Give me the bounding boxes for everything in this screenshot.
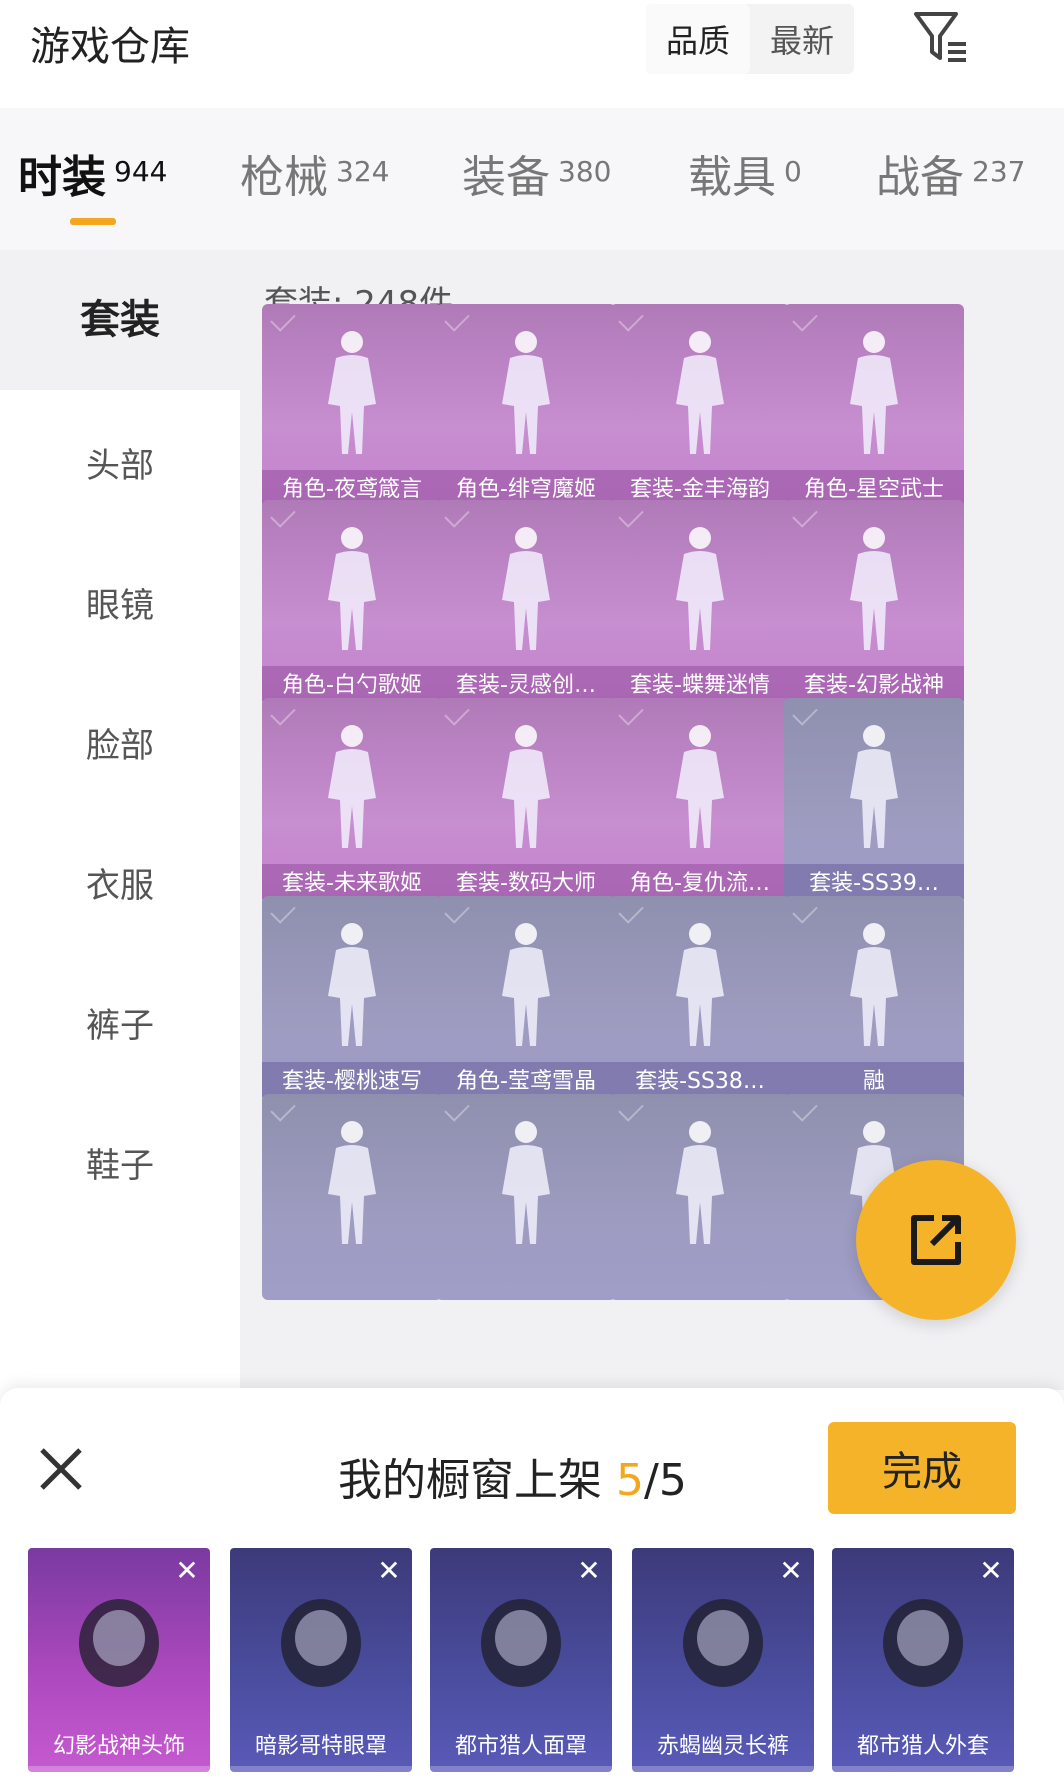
outfit-card[interactable]: 套装-幻影战神: [784, 500, 964, 706]
sort-toggle: 品质 最新: [646, 4, 854, 74]
outfit-card[interactable]: 套装-SS38…: [610, 896, 790, 1102]
tab-label: 装备: [462, 152, 550, 203]
filter-icon[interactable]: [910, 8, 972, 66]
outfit-card[interactable]: 套装-樱桃速写: [262, 896, 442, 1102]
tab-count: 380: [558, 155, 612, 188]
outfit-card[interactable]: 套装-数码大师: [436, 698, 616, 904]
slot-divider: [832, 1766, 1014, 1772]
tab-vehicles[interactable]: 载具 0: [688, 152, 802, 204]
showcase-slot[interactable]: ✕ 都市猎人面罩: [430, 1548, 612, 1772]
slot-divider: [230, 1766, 412, 1772]
sort-newest-button[interactable]: 最新: [750, 4, 854, 74]
outfit-card[interactable]: 套装-SS39…: [784, 698, 964, 904]
showcase-slot-label: 都市猎人面罩: [454, 1734, 587, 1759]
outfit-figure-icon: [328, 725, 376, 848]
tab-equipment[interactable]: 装备 380: [462, 152, 611, 204]
share-button[interactable]: [856, 1160, 1016, 1320]
outfit-card[interactable]: 套装-灵感创…: [436, 500, 616, 706]
tab-count: 237: [972, 155, 1026, 188]
slot-total-count: /5: [644, 1455, 687, 1506]
outfit-card[interactable]: 角色-白勺歌姬: [262, 500, 442, 706]
outfit-figure-icon: [502, 331, 550, 454]
tab-label: 时装: [18, 152, 106, 203]
showcase-panel: 我的橱窗上架 5/5 完成 ✕ 幻影战神头饰 ✕ 暗影哥特眼罩 ✕ 都市猎人面罩 ✕ 赤蝎幽灵…: [0, 1388, 1064, 1785]
outfit-figure-icon: [676, 331, 724, 454]
sort-quality-button[interactable]: 品质: [646, 4, 750, 74]
sidebar-item-face[interactable]: 脸部: [0, 718, 240, 767]
item-icon: [281, 1599, 361, 1687]
showcase-slot-label: 幻影战神头饰: [52, 1734, 185, 1759]
outfit-figure-icon: [328, 923, 376, 1046]
tab-count: 944: [114, 155, 168, 188]
showcase-slot[interactable]: ✕ 暗影哥特眼罩: [230, 1548, 412, 1772]
outfit-figure-icon: [328, 331, 376, 454]
showcase-slot[interactable]: ✕ 都市猎人外套: [832, 1548, 1014, 1772]
outfit-card[interactable]: [262, 1094, 442, 1300]
outfit-figure-icon: [850, 725, 898, 848]
showcase-slot-label: 暗影哥特眼罩: [254, 1734, 387, 1759]
outfit-figure-icon: [850, 527, 898, 650]
showcase-slot-label: 赤蝎幽灵长裤: [656, 1734, 789, 1759]
outfit-figure-icon: [502, 725, 550, 848]
sidebar-item-head[interactable]: 头部: [0, 438, 240, 487]
tab-fashion[interactable]: 时装 944: [18, 152, 167, 204]
active-tab-indicator: [70, 218, 116, 225]
slot-divider: [430, 1766, 612, 1772]
item-icon: [883, 1599, 963, 1687]
slot-used-count: 5: [616, 1455, 644, 1506]
outfit-figure-icon: [676, 527, 724, 650]
sidebar-item-suits[interactable]: 套装: [0, 250, 240, 390]
page-title: 游戏仓库: [30, 24, 190, 70]
sidebar-item-glasses[interactable]: 眼镜: [0, 578, 240, 627]
tab-label: 战备: [876, 152, 964, 203]
showcase-slot[interactable]: ✕ 赤蝎幽灵长裤: [632, 1548, 814, 1772]
outfit-card[interactable]: [436, 1094, 616, 1300]
outfit-figure-icon: [328, 527, 376, 650]
tab-label: 枪械: [240, 152, 328, 203]
sidebar: 套装 头部 眼镜 脸部 衣服 裤子 鞋子: [0, 250, 240, 1390]
sidebar-item-clothes[interactable]: 衣服: [0, 858, 240, 907]
outfit-card[interactable]: [610, 1094, 790, 1300]
item-icon: [79, 1599, 159, 1687]
outfit-figure-icon: [676, 725, 724, 848]
outfit-figure-icon: [328, 1121, 376, 1244]
header: 游戏仓库 品质 最新: [0, 0, 1064, 108]
tab-label: 载具: [688, 152, 776, 203]
item-icon: [481, 1599, 561, 1687]
outfit-figure-icon: [502, 1121, 550, 1244]
outfit-figure-icon: [502, 527, 550, 650]
outfit-card[interactable]: 融: [784, 896, 964, 1102]
outfit-figure-icon: [676, 1121, 724, 1244]
external-link-icon: [911, 1215, 961, 1265]
outfit-card[interactable]: 套装-未来歌姬: [262, 698, 442, 904]
outfit-card[interactable]: 套装-金丰海韵: [610, 304, 790, 510]
sidebar-item-pants[interactable]: 裤子: [0, 998, 240, 1047]
outfit-card[interactable]: 角色-星空武士: [784, 304, 964, 510]
outfit-figure-icon: [850, 331, 898, 454]
outfit-card[interactable]: 角色-夜鸢箴言: [262, 304, 442, 510]
outfit-figure-icon: [502, 923, 550, 1046]
tab-guns[interactable]: 枪械 324: [240, 152, 389, 204]
close-icon[interactable]: [36, 1444, 86, 1494]
showcase-slot-label: 都市猎人外套: [856, 1734, 989, 1759]
outfit-card[interactable]: 套装-蝶舞迷情: [610, 500, 790, 706]
outfit-figure-icon: [676, 923, 724, 1046]
tab-count: 0: [784, 155, 802, 188]
outfit-card[interactable]: 角色-莹鸢雪晶: [436, 896, 616, 1102]
tab-count: 324: [336, 155, 390, 188]
showcase-slot[interactable]: ✕ 幻影战神头饰: [28, 1548, 210, 1772]
sidebar-item-shoes[interactable]: 鞋子: [0, 1138, 240, 1187]
panel-title-text: 我的橱窗上架: [338, 1455, 602, 1506]
slot-divider: [632, 1766, 814, 1772]
outfit-figure-icon: [850, 923, 898, 1046]
outfit-card[interactable]: 角色-复仇流…: [610, 698, 790, 904]
tab-supplies[interactable]: 战备 237: [876, 152, 1025, 204]
outfit-card[interactable]: 角色-绯穹魔姬: [436, 304, 616, 510]
done-button[interactable]: 完成: [828, 1422, 1016, 1514]
category-tabs: 时装 944 枪械 324 装备 380 载具 0 战备 237: [0, 108, 1064, 250]
slot-divider: [28, 1766, 210, 1772]
item-icon: [683, 1599, 763, 1687]
panel-title: 我的橱窗上架 5/5: [338, 1444, 687, 1508]
